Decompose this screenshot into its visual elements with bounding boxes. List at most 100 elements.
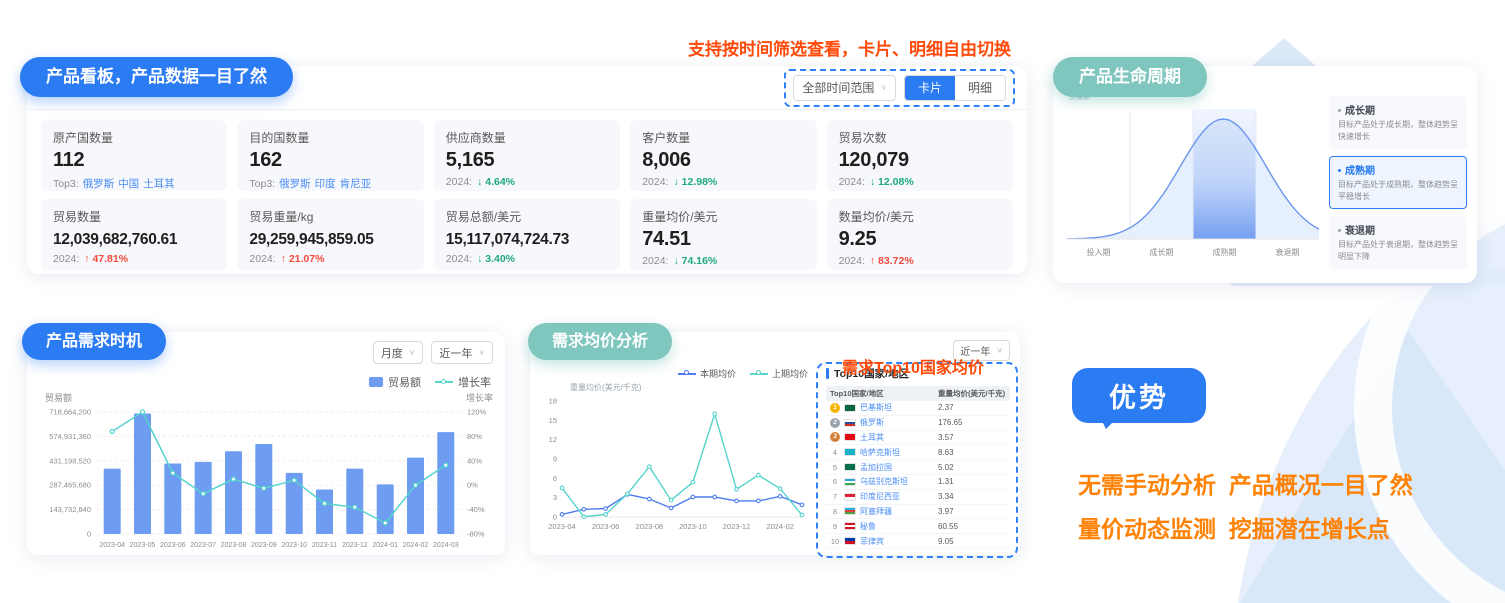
stat-card-value: 9.25 <box>839 228 1001 251</box>
top3-label: Top3: <box>249 178 275 190</box>
country-link[interactable]: 阿塞拜疆 <box>860 506 892 517</box>
top3-country-link[interactable]: 印度 <box>315 178 336 190</box>
svg-text:9: 9 <box>553 455 557 464</box>
legend-label: 本期均价 <box>700 367 736 380</box>
country-cell: 6乌兹别克斯坦 <box>826 476 938 487</box>
svg-text:2023-12: 2023-12 <box>723 522 751 531</box>
card-view-button[interactable]: 卡片 <box>905 76 955 100</box>
svg-text:2023-06: 2023-06 <box>592 522 620 531</box>
country-link[interactable]: 土耳其 <box>860 432 884 443</box>
top3-country-link[interactable]: 肯尼亚 <box>340 178 372 190</box>
svg-text:15: 15 <box>549 416 557 425</box>
top10-table: Top10国家/地区 重量均价(美元/千克) 1巴基斯坦2.372俄罗斯176.… <box>826 386 1010 549</box>
rank-number: 10 <box>830 537 840 546</box>
lifecycle-x-label: 成熟期 <box>1193 247 1256 258</box>
top3-country-link[interactable]: 俄罗斯 <box>83 178 115 190</box>
country-link[interactable]: 菲律宾 <box>860 536 884 547</box>
stat-card-value: 8,006 <box>642 149 804 172</box>
svg-text:2023-10: 2023-10 <box>281 542 307 549</box>
lifecycle-panel: 贸易额 投入期成长期成熟期衰退期 成长期目标产品处于成长期，整体趋势呈快速增长成… <box>1053 66 1477 283</box>
country-link[interactable]: 印度尼西亚 <box>860 491 900 502</box>
country-link[interactable]: 乌兹别克斯坦 <box>860 476 908 487</box>
legend-trade-amount[interactable]: 贸易额 <box>369 374 421 390</box>
medal-icon: 3 <box>830 432 840 442</box>
stat-card: 贸易重量/kg29,259,945,859.052024:↑ 21.07% <box>237 199 423 270</box>
legend-label: 增长率 <box>458 374 491 390</box>
country-link[interactable]: 俄罗斯 <box>860 417 884 428</box>
year-label: 2024: <box>839 176 865 188</box>
country-cell: 9秘鲁 <box>826 521 938 532</box>
svg-text:18: 18 <box>549 397 557 406</box>
stat-card-label: 贸易总额/美元 <box>446 208 608 225</box>
lifecycle-stage-card-成熟期[interactable]: 成熟期目标产品处于成熟期，整体趋势呈平稳增长 <box>1329 156 1467 209</box>
price-cell: 2.37 <box>938 403 1010 412</box>
view-mode-segment: 卡片 明细 <box>904 75 1006 101</box>
timing-legend: 贸易额 增长率 <box>369 374 491 390</box>
top3-country-link[interactable]: 土耳其 <box>143 178 175 190</box>
flag-icon <box>844 463 856 471</box>
timing-controls: 月度 ∨ 近一年 ∨ <box>373 341 493 364</box>
lifecycle-stage-card-成长期[interactable]: 成长期目标产品处于成长期，整体趋势呈快速增长 <box>1329 96 1467 149</box>
flag-icon <box>844 419 856 427</box>
legend-current-avg[interactable]: 本期均价 <box>678 367 736 380</box>
stat-card-label: 重量均价/美元 <box>642 208 804 225</box>
price-cell: 9.05 <box>938 537 1010 546</box>
annotation-filter-hint: 支持按时间筛选查看，卡片、明细自由切换 <box>688 35 1011 60</box>
price-cell: 60.55 <box>938 522 1010 531</box>
svg-text:2024-02: 2024-02 <box>403 542 429 549</box>
country-link[interactable]: 哈萨克斯坦 <box>860 447 900 458</box>
granularity-value: 月度 <box>381 345 403 361</box>
granularity-select[interactable]: 月度 ∨ <box>373 341 424 364</box>
stat-card-label: 原产国数量 <box>53 129 215 146</box>
table-row: 9秘鲁60.55 <box>826 519 1010 534</box>
legend-previous-avg[interactable]: 上期均价 <box>750 367 808 380</box>
flag-icon <box>844 433 856 441</box>
line-legend-icon <box>678 373 696 375</box>
page: 支持按时间筛选查看，卡片、明细自由切换 产品看板，产品数据一目了然 全部时间范围… <box>0 0 1505 603</box>
top3-country-link[interactable]: 中国 <box>118 178 139 190</box>
svg-text:120%: 120% <box>467 408 487 417</box>
lifecycle-stage-card-衰退期[interactable]: 衰退期目标产品处于衰退期，整体趋势呈明显下降 <box>1329 216 1467 269</box>
price-cell: 8.63 <box>938 448 1010 457</box>
legend-growth-rate[interactable]: 增长率 <box>435 374 491 390</box>
stat-card-value: 15,117,074,724.73 <box>446 231 608 249</box>
avg-price-panel: 均价趋势 本期均价 上期均价 重量均价(美元/千克) 1815129630202… <box>530 332 1020 555</box>
year-label: 2024: <box>446 253 472 265</box>
price-cell: 1.31 <box>938 477 1010 486</box>
legend-label: 贸易额 <box>388 374 421 390</box>
stat-card-sub: 2024:↑ 83.72% <box>839 255 1001 267</box>
stage-name: 成熟期 <box>1338 162 1458 177</box>
detail-view-button[interactable]: 明细 <box>955 76 1005 100</box>
rank-number: 7 <box>830 492 840 501</box>
section-bar-icon <box>826 368 829 379</box>
svg-text:2023-04: 2023-04 <box>548 522 576 531</box>
lifecycle-x-label: 衰退期 <box>1256 247 1319 258</box>
timespan-select[interactable]: 近一年 ∨ <box>431 341 493 364</box>
stat-card-label: 客户数量 <box>642 129 804 146</box>
stat-card: 贸易次数120,0792024:↓ 12.08% <box>827 120 1013 191</box>
stat-card-value: 29,259,945,859.05 <box>249 231 411 249</box>
chevron-down-icon: ∨ <box>996 346 1003 355</box>
stat-card-value: 12,039,682,760.61 <box>53 231 215 249</box>
country-link[interactable]: 孟加拉国 <box>860 462 892 473</box>
country-link[interactable]: 巴基斯坦 <box>860 402 892 413</box>
stat-card-sub: 2024: ↓ 4.64% <box>446 176 608 188</box>
svg-text:3: 3 <box>553 493 557 502</box>
trend-down-value: ↓ 4.64% <box>477 176 515 188</box>
dashboard-title-pill: 产品看板，产品数据一目了然 <box>20 57 293 97</box>
svg-text:143,732,840: 143,732,840 <box>49 505 91 514</box>
svg-text:-40%: -40% <box>467 505 485 514</box>
price-cell: 3.34 <box>938 492 1010 501</box>
bullet-icon <box>1338 229 1341 232</box>
time-range-select[interactable]: 全部时间范围 ∨ <box>793 75 896 101</box>
country-link[interactable]: 秘鲁 <box>860 521 876 532</box>
lifecycle-chart-area: 贸易额 投入期成长期成熟期衰退期 <box>1067 92 1319 277</box>
stage-name: 成长期 <box>1338 102 1458 117</box>
top3-country-link[interactable]: 俄罗斯 <box>279 178 311 190</box>
chevron-down-icon: ∨ <box>478 348 485 357</box>
year-label: 2024: <box>446 176 472 188</box>
col-price-header: 重量均价(美元/千克) <box>938 388 1010 399</box>
stat-card: 客户数量8,0062024:↓ 12.98% <box>630 120 816 191</box>
stage-name: 衰退期 <box>1338 222 1458 237</box>
stat-card-sub: 2024:↑ 47.81% <box>53 253 215 265</box>
